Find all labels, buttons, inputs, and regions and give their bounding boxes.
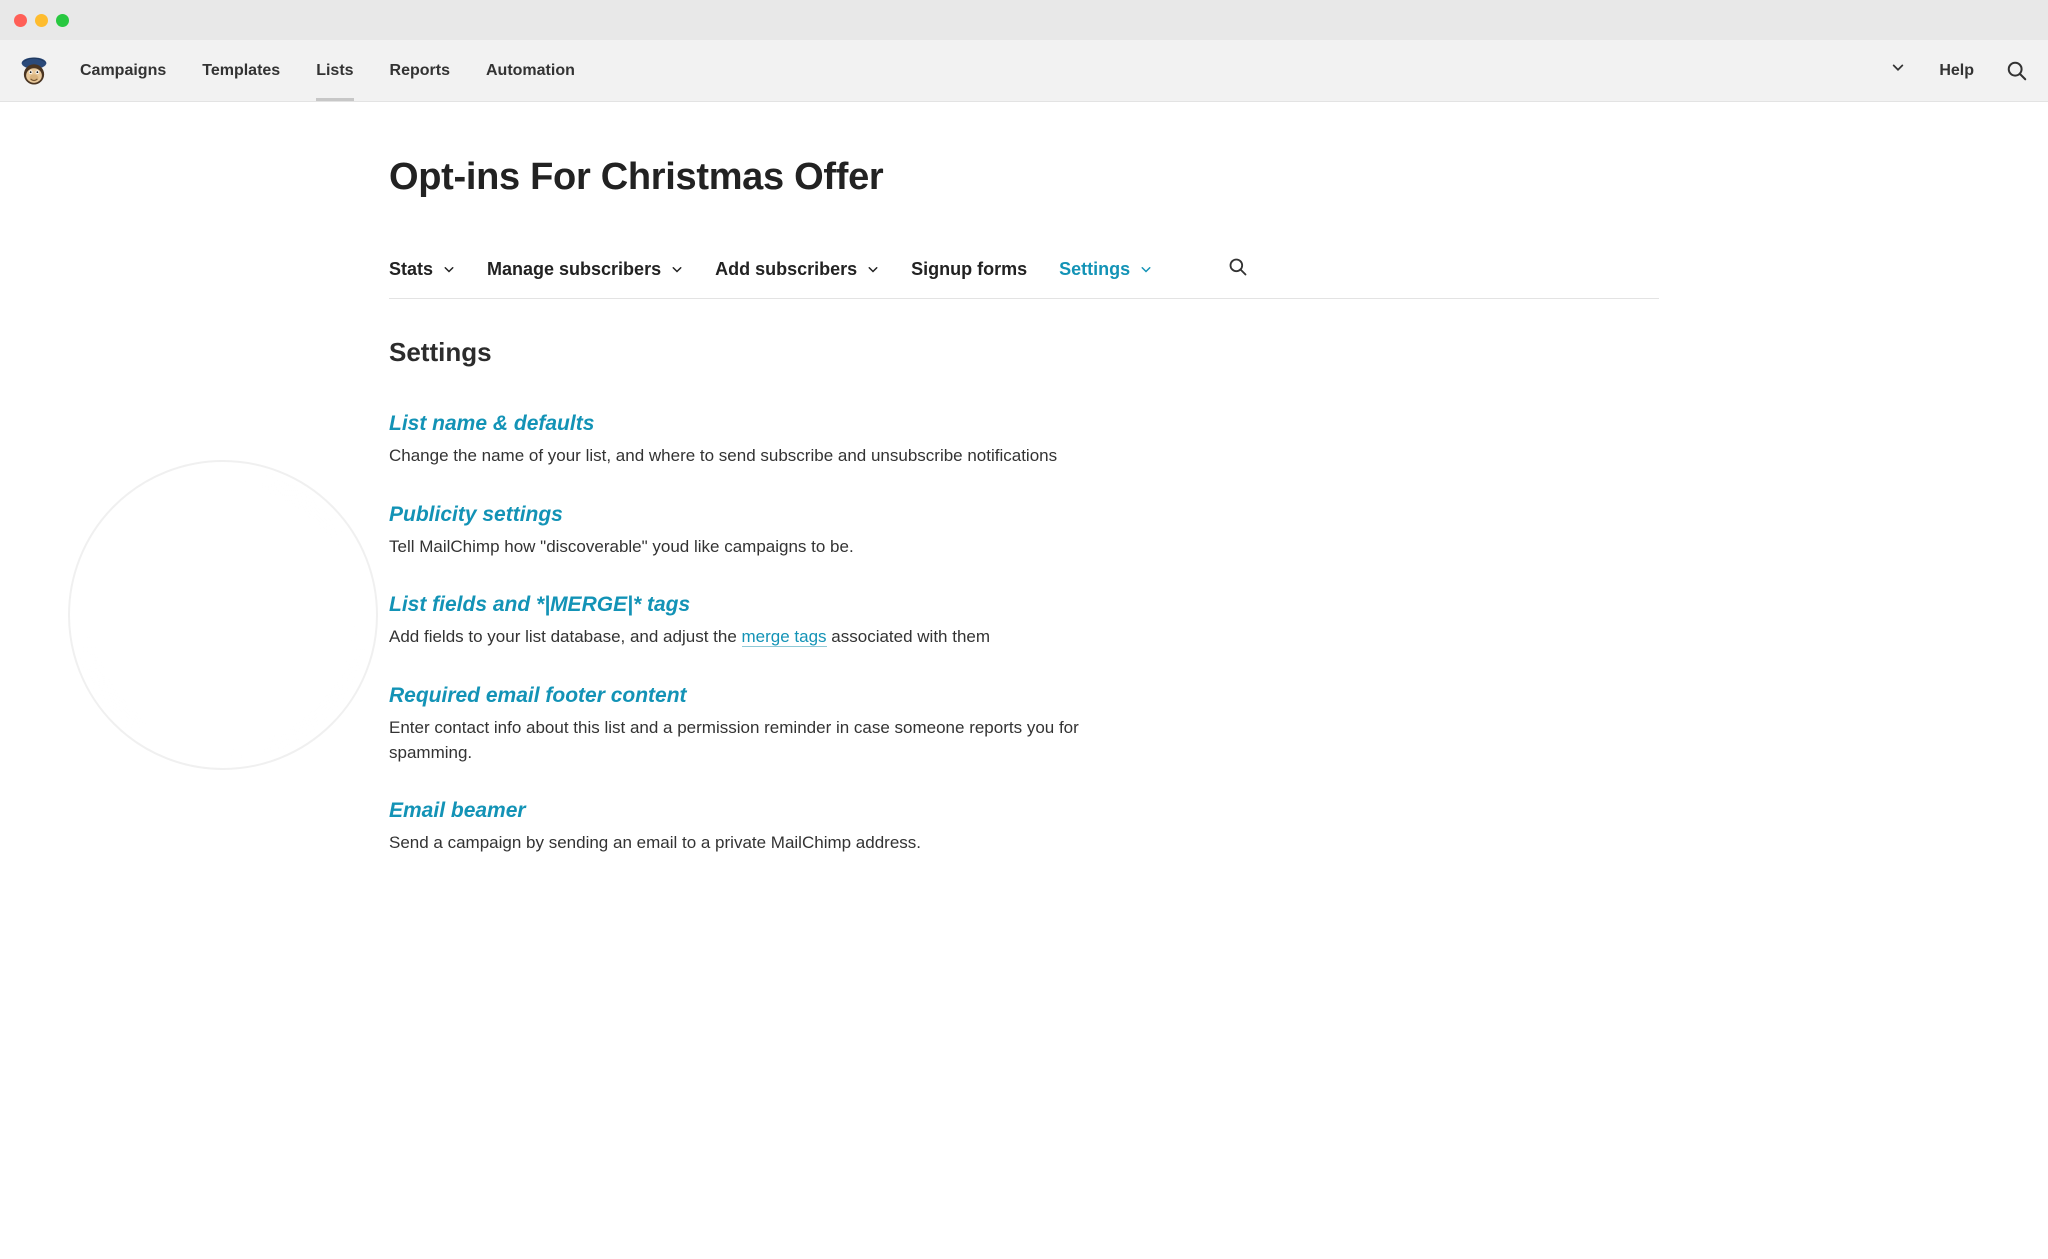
settings-item-desc: Change the name of your list, and where …	[389, 444, 1149, 469]
account-menu-caret[interactable]	[1885, 55, 1911, 86]
subtab-label: Manage subscribers	[487, 259, 661, 280]
nav-campaigns[interactable]: Campaigns	[80, 42, 166, 100]
subtab-label: Signup forms	[911, 259, 1027, 280]
subtab-signup-forms[interactable]: Signup forms	[911, 259, 1027, 280]
main-container: Opt-ins For Christmas Offer Stats Manage…	[369, 156, 1679, 856]
nav-right: Help	[1885, 55, 2032, 86]
settings-item-email-beamer: Email beamer Send a campaign by sending …	[389, 799, 1149, 856]
subtab-stats[interactable]: Stats	[389, 259, 455, 280]
subtab-manage-subscribers[interactable]: Manage subscribers	[487, 259, 683, 280]
brand-logo[interactable]	[16, 53, 52, 89]
highlight-ring-overlay	[68, 460, 378, 770]
chevron-down-icon	[867, 264, 879, 276]
section-heading: Settings	[389, 337, 1659, 368]
subtab-label: Add subscribers	[715, 259, 857, 280]
subtab-settings[interactable]: Settings	[1059, 259, 1152, 280]
settings-item-desc: Enter contact info about this list and a…	[389, 716, 1149, 765]
chevron-down-icon	[443, 264, 455, 276]
subtabs-row: Stats Manage subscribers Add subscribers…	[389, 259, 1659, 299]
settings-item-publicity: Publicity settings Tell MailChimp how "d…	[389, 503, 1149, 560]
window-titlebar	[0, 0, 2048, 40]
subtab-label: Stats	[389, 259, 433, 280]
settings-item-list-name-defaults: List name & defaults Change the name of …	[389, 412, 1149, 469]
settings-item-desc: Tell MailChimp how "discoverable" youd l…	[389, 535, 1149, 560]
nav-automation[interactable]: Automation	[486, 42, 575, 100]
merge-tags-link[interactable]: merge tags	[742, 627, 827, 647]
page-title: Opt-ins For Christmas Offer	[389, 156, 1659, 199]
nav-lists[interactable]: Lists	[316, 42, 353, 100]
settings-item-desc: Add fields to your list database, and ad…	[389, 625, 1149, 650]
settings-item-title[interactable]: List fields and *|MERGE|* tags	[389, 593, 1149, 617]
help-link[interactable]: Help	[1939, 62, 1974, 80]
settings-item-footer-content: Required email footer content Enter cont…	[389, 684, 1149, 765]
subtab-label: Settings	[1059, 259, 1130, 280]
global-search-button[interactable]	[2002, 56, 2032, 86]
settings-item-title[interactable]: Required email footer content	[389, 684, 1149, 708]
close-window-dot[interactable]	[14, 14, 27, 27]
subtab-add-subscribers[interactable]: Add subscribers	[715, 259, 879, 280]
chevron-down-icon	[1140, 264, 1152, 276]
chevron-down-icon	[671, 264, 683, 276]
settings-item-desc: Send a campaign by sending an email to a…	[389, 831, 1149, 856]
settings-item-title[interactable]: Publicity settings	[389, 503, 1149, 527]
fullscreen-window-dot[interactable]	[56, 14, 69, 27]
nav-items: Campaigns Templates Lists Reports Automa…	[80, 42, 1885, 100]
nav-templates[interactable]: Templates	[202, 42, 280, 100]
list-search-button[interactable]	[1228, 257, 1248, 277]
settings-item-title[interactable]: List name & defaults	[389, 412, 1149, 436]
minimize-window-dot[interactable]	[35, 14, 48, 27]
top-nav: Campaigns Templates Lists Reports Automa…	[0, 40, 2048, 102]
nav-reports[interactable]: Reports	[390, 42, 450, 100]
settings-item-merge-tags: List fields and *|MERGE|* tags Add field…	[389, 593, 1149, 650]
settings-item-title[interactable]: Email beamer	[389, 799, 1149, 823]
